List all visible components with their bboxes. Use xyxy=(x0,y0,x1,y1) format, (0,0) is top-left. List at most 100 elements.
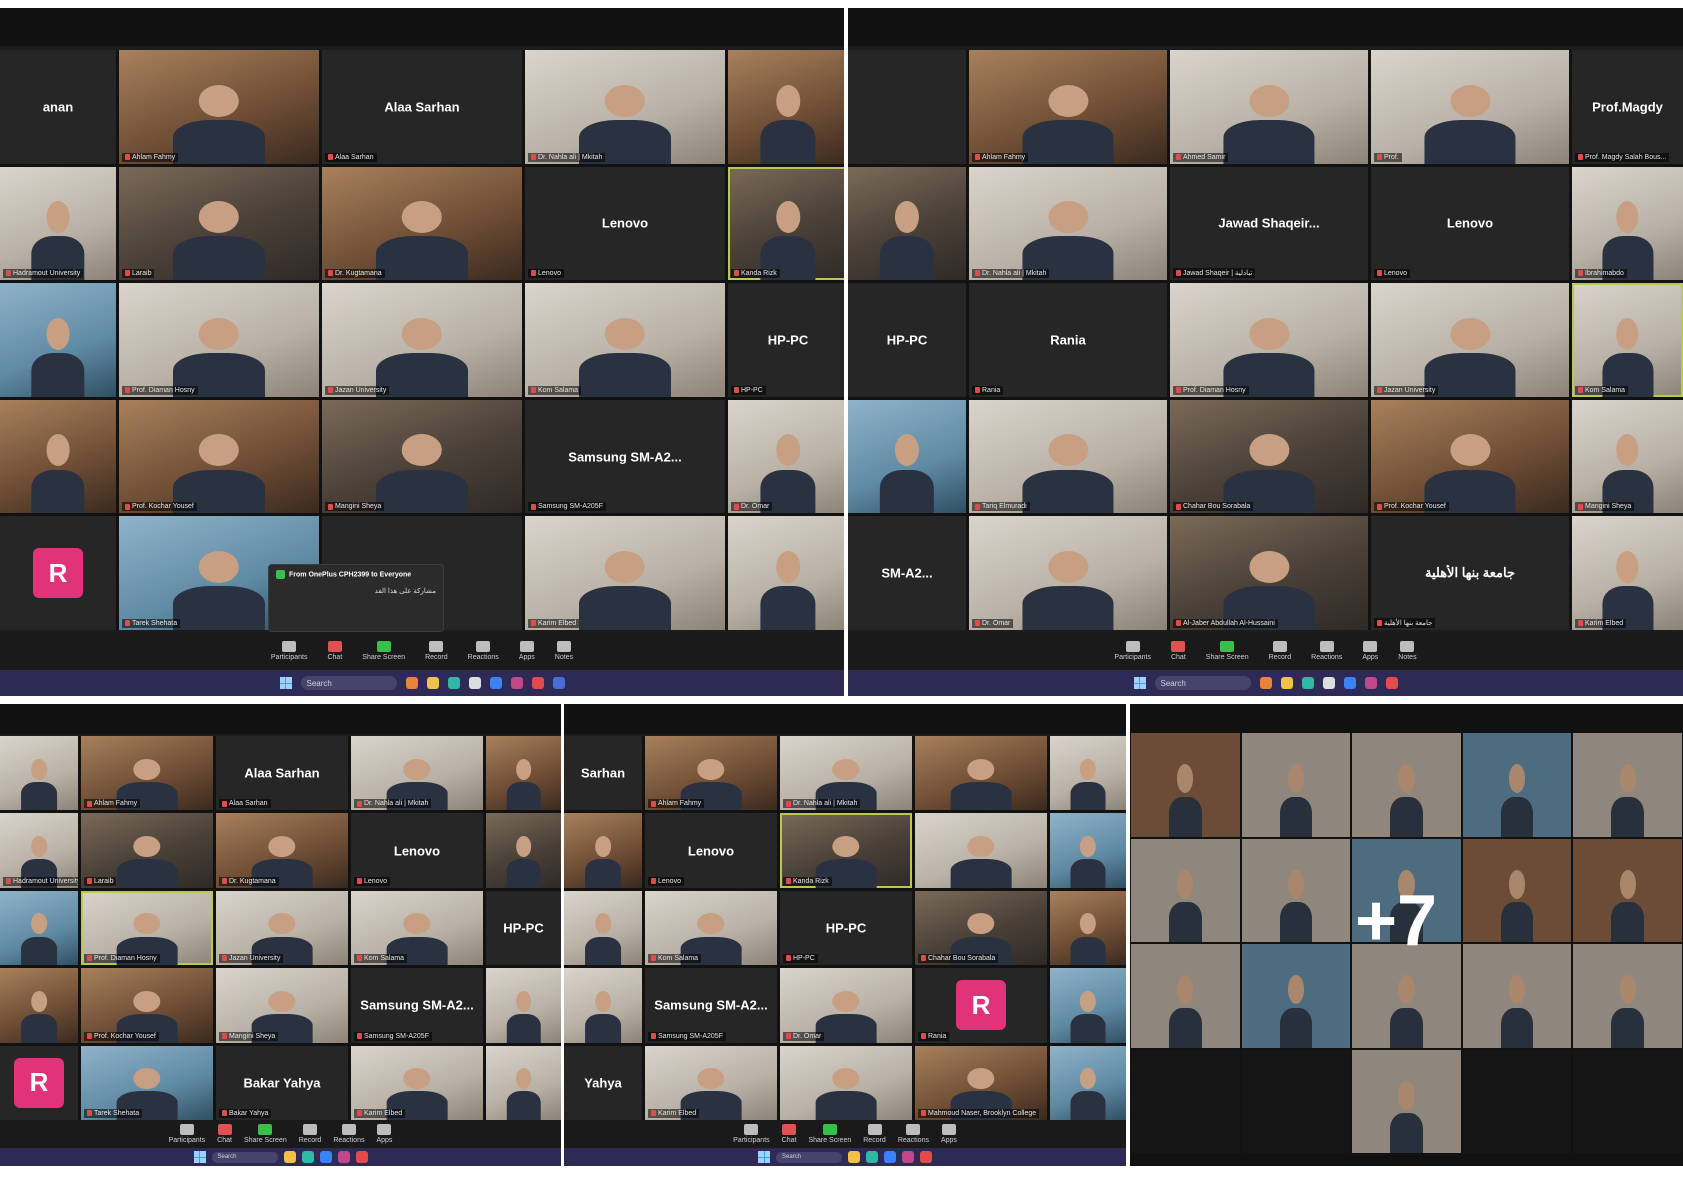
participant-tile[interactable] xyxy=(1050,890,1126,966)
participant-tile[interactable]: R Rania xyxy=(915,968,1047,1043)
mail-icon[interactable] xyxy=(489,677,502,689)
participant-tile[interactable]: Chahar Bou Sorabala xyxy=(1170,399,1368,514)
taskbar-search[interactable]: Search xyxy=(211,1151,278,1163)
participant-tile[interactable]: Alaa Sarhan Alaa Sarhan xyxy=(322,50,522,164)
participant-tile[interactable] xyxy=(1050,968,1126,1043)
participant-tile[interactable]: Yahya xyxy=(564,1045,642,1120)
share-screen-button[interactable]: Share Screen xyxy=(244,1124,287,1144)
participant-tile[interactable]: R xyxy=(0,1045,78,1120)
chat-button[interactable]: Chat xyxy=(217,1124,232,1144)
edge-icon[interactable] xyxy=(301,1151,314,1163)
participant-tile[interactable]: HP-PC HP-PC xyxy=(780,890,912,966)
participant-tile[interactable]: Alaa Sarhan Alaa Sarhan xyxy=(216,736,348,811)
mail-icon[interactable] xyxy=(1343,677,1356,689)
mail-icon[interactable] xyxy=(884,1151,896,1163)
edge-icon[interactable] xyxy=(866,1151,878,1163)
participant-tile[interactable]: Jazan University xyxy=(216,890,348,966)
participant-tile[interactable] xyxy=(728,50,844,164)
record-button[interactable]: Record xyxy=(863,1124,886,1144)
store-icon[interactable] xyxy=(1322,677,1335,689)
store-icon[interactable] xyxy=(468,677,481,689)
files-icon[interactable] xyxy=(283,1151,296,1163)
chat-button[interactable]: Chat xyxy=(327,641,342,661)
participant-tile[interactable]: Sarhan xyxy=(564,736,642,811)
participant-tile[interactable]: Dr. Nahla ali | Mkitah xyxy=(969,166,1167,281)
chat-button[interactable]: Chat xyxy=(1171,641,1186,661)
participant-tile[interactable]: Mahmoud Naser, Brooklyn College xyxy=(915,1045,1047,1120)
participant-tile[interactable]: Lenovo Lenovo xyxy=(525,166,725,281)
browser-icon[interactable] xyxy=(1385,677,1398,689)
participant-tile[interactable]: Chahar Bou Sorabala xyxy=(915,890,1047,966)
participant-tile[interactable]: SM-A2... xyxy=(848,516,966,630)
participant-tile[interactable]: Karim Elbed xyxy=(351,1045,483,1120)
participant-tile[interactable]: Ahlam Fahmy xyxy=(645,736,777,811)
share-screen-button[interactable]: Share Screen xyxy=(362,641,405,661)
reactions-button[interactable]: Reactions xyxy=(1311,641,1342,661)
participant-tile[interactable] xyxy=(848,399,966,514)
participants-button[interactable]: Participants xyxy=(733,1124,770,1144)
participant-tile[interactable]: anan xyxy=(0,50,116,164)
notes-button[interactable]: Notes xyxy=(555,641,573,661)
participant-tile[interactable] xyxy=(0,890,78,966)
apps-button[interactable]: Apps xyxy=(941,1124,957,1144)
start-icon[interactable] xyxy=(279,677,292,689)
browser-icon[interactable] xyxy=(355,1151,368,1163)
participant-tile[interactable]: Prof. xyxy=(1371,50,1569,164)
participant-tile[interactable]: Lenovo Lenovo xyxy=(351,813,483,888)
participant-tile[interactable]: Ahlam Fahmy xyxy=(969,50,1167,164)
participant-tile[interactable]: Dr. Omar xyxy=(969,516,1167,630)
share-screen-button[interactable]: Share Screen xyxy=(1206,641,1249,661)
start-icon[interactable] xyxy=(758,1151,770,1163)
files-icon[interactable] xyxy=(1280,677,1293,689)
participant-tile[interactable] xyxy=(0,968,78,1043)
participant-tile[interactable]: Dr. Nahla ali | Mkitah xyxy=(525,50,725,164)
participant-tile[interactable]: Mangini Sheya xyxy=(322,399,522,514)
participant-tile[interactable]: Karim Elbed xyxy=(645,1045,777,1120)
participant-tile[interactable]: Bakar Yahya Bakar Yahya xyxy=(216,1045,348,1120)
participant-tile[interactable]: Kanda Rizk xyxy=(728,166,844,281)
participant-tile[interactable]: Jazan University xyxy=(322,283,522,397)
participant-tile[interactable] xyxy=(728,516,844,630)
participant-tile[interactable] xyxy=(780,1045,912,1120)
participant-tile[interactable]: Kom Salama xyxy=(525,283,725,397)
participants-button[interactable]: Participants xyxy=(271,641,307,661)
participant-tile[interactable]: Mangini Sheya xyxy=(1572,399,1683,514)
zoom-app-icon[interactable] xyxy=(337,1151,350,1163)
participant-tile[interactable] xyxy=(848,50,966,164)
participant-tile[interactable]: Mangini Sheya xyxy=(216,968,348,1043)
apps-button[interactable]: Apps xyxy=(376,1124,392,1144)
reactions-button[interactable]: Reactions xyxy=(468,641,499,661)
participant-tile[interactable]: Laraib xyxy=(119,166,319,281)
participant-tile[interactable]: Tarek Shehata xyxy=(81,1045,213,1120)
participant-tile[interactable]: Prof. Diaman Hosny xyxy=(81,890,213,966)
participants-button[interactable]: Participants xyxy=(169,1124,205,1144)
participant-tile[interactable]: Al-Jaber Abdullah Al-Hussaini xyxy=(1170,516,1368,630)
participant-tile[interactable]: Lenovo Lenovo xyxy=(645,813,777,888)
participant-tile[interactable]: Ahlam Fahmy xyxy=(81,736,213,811)
reactions-button[interactable]: Reactions xyxy=(333,1124,364,1144)
files-icon[interactable] xyxy=(848,1151,860,1163)
participant-tile[interactable] xyxy=(915,736,1047,811)
participant-tile[interactable]: Dr. Omar xyxy=(728,399,844,514)
participant-tile[interactable]: Rania Rania xyxy=(969,283,1167,397)
mail-icon[interactable] xyxy=(319,1151,332,1163)
participant-tile[interactable] xyxy=(0,399,116,514)
participant-tile[interactable]: Dr. Omar xyxy=(780,968,912,1043)
participant-tile[interactable]: Ibrahimabdo xyxy=(1572,166,1683,281)
participant-tile[interactable]: Dr. Nahla ali | Mkitah xyxy=(780,736,912,811)
taskbar-search[interactable]: Search xyxy=(1154,676,1251,690)
apps-button[interactable]: Apps xyxy=(519,641,535,661)
participant-tile[interactable]: Prof. Kochar Yousef xyxy=(81,968,213,1043)
participant-tile[interactable]: Hadramout University xyxy=(0,166,116,281)
participant-tile[interactable]: Prof. Kochar Yousef xyxy=(1371,399,1569,514)
participant-tile[interactable]: Ahlam Fahmy xyxy=(119,50,319,164)
participant-tile[interactable]: Karim Elbed xyxy=(525,516,725,630)
participant-tile[interactable]: Ahmed Samir xyxy=(1170,50,1368,164)
participant-tile[interactable] xyxy=(486,813,561,888)
participant-tile[interactable]: Dr. Kugtamana xyxy=(216,813,348,888)
participant-tile[interactable] xyxy=(564,890,642,966)
zoom-app-icon[interactable] xyxy=(1364,677,1377,689)
participant-tile[interactable]: Hadramout University xyxy=(0,813,78,888)
participant-tile[interactable] xyxy=(1050,736,1126,811)
participant-tile[interactable] xyxy=(0,283,116,397)
